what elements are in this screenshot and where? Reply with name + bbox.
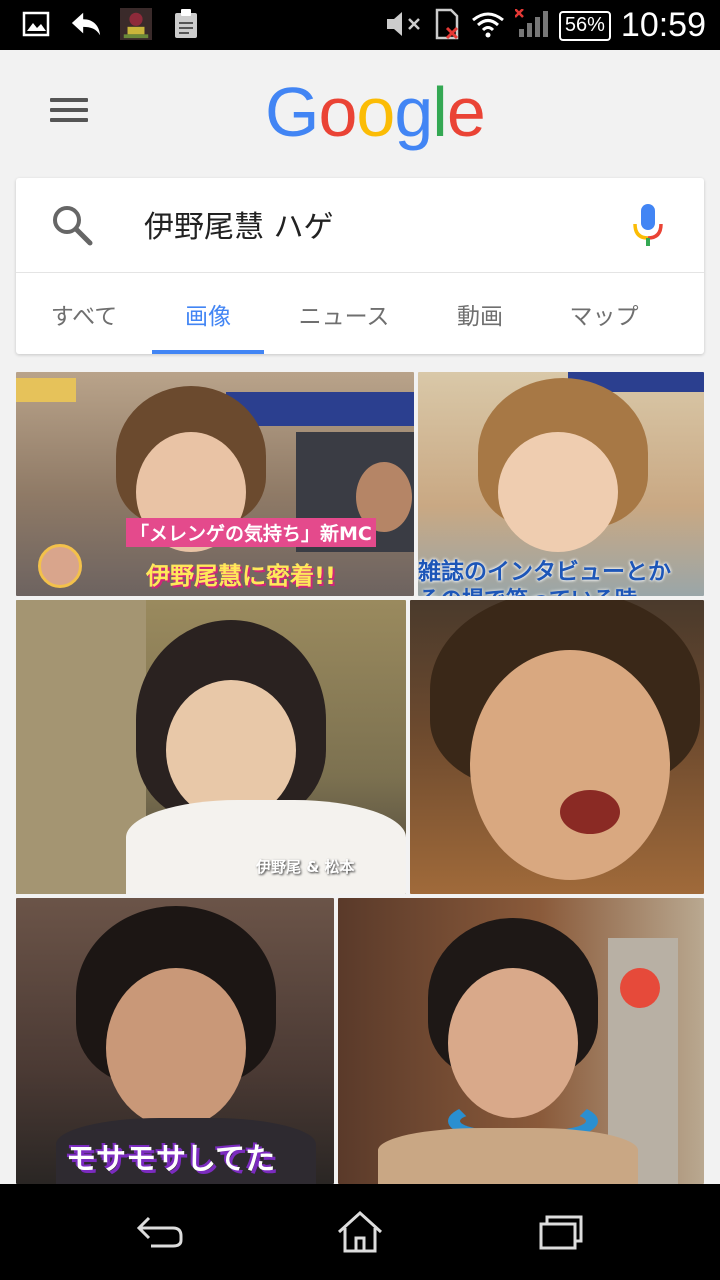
logo-letter: o xyxy=(318,73,357,151)
face xyxy=(448,968,578,1118)
tab-maps[interactable]: マップ xyxy=(556,274,652,354)
tab-videos[interactable]: 動画 xyxy=(440,274,520,354)
mouth xyxy=(560,790,620,834)
face xyxy=(498,432,618,552)
battery-indicator: 56% xyxy=(558,10,611,41)
google-logo[interactable]: Google xyxy=(265,72,486,152)
hamburger-icon-bar xyxy=(50,108,88,112)
search-bar[interactable]: 伊野尾慧 ハゲ xyxy=(16,178,704,273)
back-button[interactable] xyxy=(130,1204,190,1260)
image-caption: 伊野尾慧に密着!! xyxy=(146,562,336,590)
system-indicators: 56% 10:59 xyxy=(385,6,706,45)
jacket xyxy=(378,1128,638,1184)
signal-icon xyxy=(513,7,549,43)
image-result[interactable] xyxy=(410,600,704,894)
image-caption: 雑誌のインタビューとか xyxy=(418,559,671,585)
mute-icon xyxy=(385,9,423,43)
tab-all[interactable]: すべて xyxy=(34,274,134,354)
app-header: Google xyxy=(0,50,720,178)
image-caption: 「メレンゲの気持ち」新MC xyxy=(126,518,376,547)
sd-card-icon xyxy=(433,8,461,44)
image-result[interactable]: 雑誌のインタビューとか その場で笑っている時 xyxy=(418,372,704,596)
image-results-grid: 「メレンゲの気持ち」新MC 伊野尾慧に密着!! 雑誌のインタビューとか その場で… xyxy=(0,372,720,1184)
recent-apps-icon xyxy=(539,1215,583,1250)
image-result[interactable]: 伊野尾 & 松本 xyxy=(16,600,406,894)
face xyxy=(470,650,670,880)
clipboard-icon xyxy=(170,8,202,40)
search-tabs: すべて 画像 ニュース 動画 マップ xyxy=(16,274,704,354)
navigation-bar xyxy=(0,1184,720,1280)
image-caption: 伊野尾 & 松本 xyxy=(256,858,355,876)
face xyxy=(38,544,82,588)
mic-icon[interactable] xyxy=(630,202,666,250)
tv-logo xyxy=(16,378,76,402)
white-shirt xyxy=(126,800,406,894)
reply-icon xyxy=(70,8,102,40)
home-icon xyxy=(337,1210,383,1253)
image-result[interactable]: 「メレンゲの気持ち」新MC 伊野尾慧に密着!! xyxy=(16,372,414,596)
hamburger-icon xyxy=(50,98,88,102)
status-bar: 56% 10:59 xyxy=(0,0,720,50)
search-icon[interactable] xyxy=(50,203,94,247)
wifi-icon xyxy=(471,10,505,42)
menu-button[interactable] xyxy=(50,98,90,128)
logo-letter: g xyxy=(394,73,433,151)
back-icon xyxy=(136,1216,183,1248)
logo-letter: e xyxy=(446,73,486,151)
image-result[interactable]: モサモサしてた xyxy=(16,898,334,1184)
image-icon xyxy=(20,8,52,40)
clock: 10:59 xyxy=(620,6,706,44)
logo-letter: G xyxy=(265,73,319,151)
image-caption: その場で笑っている時 xyxy=(418,582,637,596)
logo-letter: l xyxy=(432,73,448,151)
red-light xyxy=(620,968,660,1008)
search-card: 伊野尾慧 ハゲ すべて 画像 ニュース 動画 マップ xyxy=(16,178,704,354)
recent-apps-button[interactable] xyxy=(530,1204,590,1260)
face xyxy=(106,968,246,1128)
home-button[interactable] xyxy=(330,1204,390,1260)
image-caption: モサモサしてた xyxy=(66,1142,276,1177)
search-input[interactable]: 伊野尾慧 ハゲ xyxy=(144,202,334,246)
hamburger-icon-bar xyxy=(50,118,88,122)
tab-images[interactable]: 画像 xyxy=(152,274,264,354)
logo-letter: o xyxy=(356,73,395,151)
tab-news[interactable]: ニュース xyxy=(286,274,402,354)
image-result[interactable] xyxy=(338,898,704,1184)
game-app-icon xyxy=(120,8,152,40)
face xyxy=(166,680,296,820)
notification-icons xyxy=(20,8,202,40)
active-tab-indicator xyxy=(152,350,264,354)
logo-text: Google xyxy=(265,73,486,151)
